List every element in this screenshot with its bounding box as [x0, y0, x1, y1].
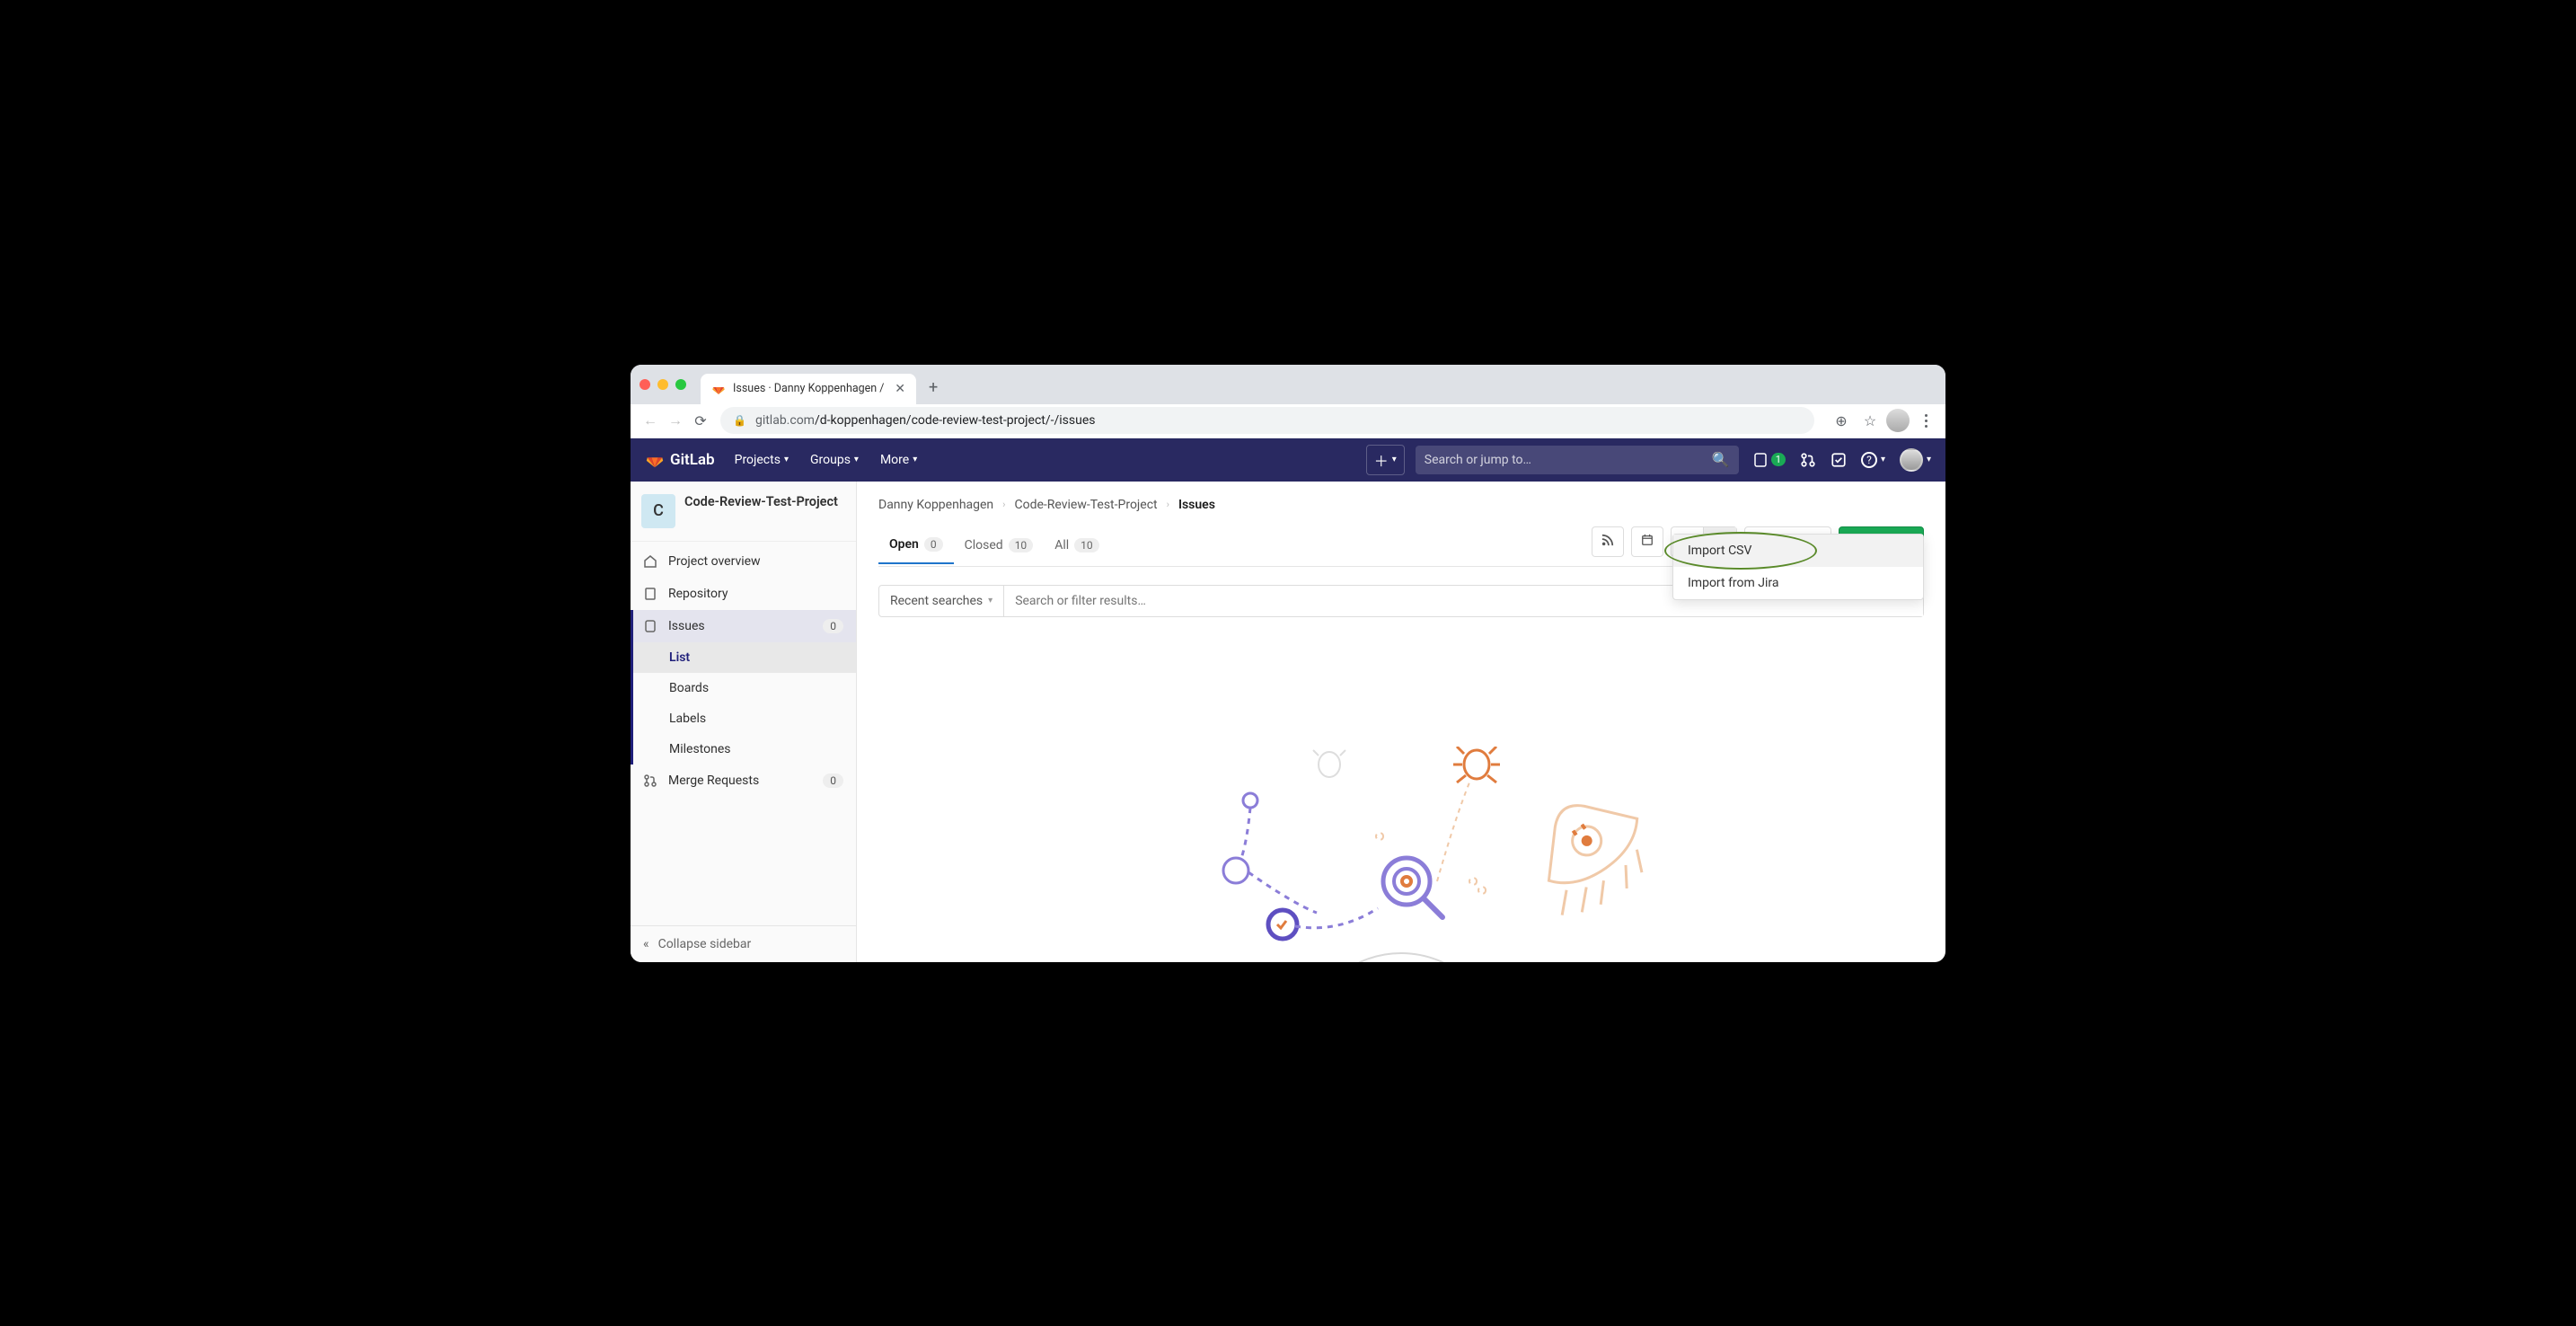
lock-icon: 🔒 [733, 414, 746, 427]
sidebar-project-header[interactable]: C Code-Review-Test-Project [631, 482, 856, 542]
chevron-down-icon: ▾ [1927, 455, 1931, 464]
browser-window: Issues · Danny Koppenhagen / ✕ + ← → ⟳ 🔒… [631, 365, 1945, 962]
rss-button[interactable] [1592, 526, 1624, 557]
sidebar-item-overview[interactable]: Project overview [631, 545, 856, 578]
help-icon: ? [1861, 452, 1877, 468]
doc-icon [643, 587, 657, 601]
breadcrumb: Danny Koppenhagen › Code-Review-Test-Pro… [878, 498, 1924, 512]
project-avatar: C [641, 494, 675, 528]
issue-icon [643, 619, 657, 633]
dropdown-import-csv[interactable]: Import CSV [1673, 535, 1923, 567]
chevron-down-icon: ▾ [913, 455, 917, 464]
calendar-button[interactable] [1631, 526, 1663, 557]
chevron-down-icon: ▾ [1881, 455, 1885, 464]
breadcrumb-owner[interactable]: Danny Koppenhagen [878, 498, 993, 512]
merge-request-icon[interactable] [1800, 452, 1816, 468]
rss-icon [1601, 533, 1614, 550]
search-input[interactable] [1425, 453, 1703, 467]
minimize-window-button[interactable] [657, 379, 668, 390]
issues-count-badge: 1 [1771, 453, 1786, 466]
brand-text: GitLab [670, 451, 715, 469]
sidebar-item-label: Repository [668, 587, 728, 601]
project-name: Code-Review-Test-Project [684, 494, 838, 528]
gitlab-header: GitLab Projects▾ Groups▾ More▾ ＋▾ 🔍 1 ?▾… [631, 438, 1945, 482]
gitlab-logo[interactable]: GitLab [645, 450, 715, 470]
back-button[interactable]: ← [638, 408, 663, 433]
global-search[interactable]: 🔍 [1416, 446, 1739, 474]
address-bar[interactable]: 🔒 gitlab.com/d-koppenhagen/code-review-t… [720, 407, 1814, 434]
sidebar-sub-milestones[interactable]: Milestones [633, 734, 856, 765]
profile-avatar[interactable] [1886, 409, 1910, 432]
tab-closed[interactable]: Closed10 [954, 528, 1045, 563]
browser-tab[interactable]: Issues · Danny Koppenhagen / ✕ [701, 374, 916, 404]
nav-projects[interactable]: Projects▾ [735, 453, 789, 467]
gitlab-favicon-icon [711, 382, 726, 396]
project-sidebar: C Code-Review-Test-Project Project overv… [631, 482, 857, 962]
chevron-down-icon: ▾ [784, 455, 789, 464]
issues-link[interactable]: 1 [1753, 453, 1786, 467]
recent-searches-dropdown[interactable]: Recent searches▾ [879, 586, 1004, 616]
browser-toolbar: ← → ⟳ 🔒 gitlab.com/d-koppenhagen/code-re… [631, 404, 1945, 438]
url-text: gitlab.com/d-koppenhagen/code-review-tes… [755, 413, 1096, 428]
chevron-left-icon: « [643, 937, 649, 951]
chevron-down-icon: ▾ [854, 455, 859, 464]
sidebar-item-label: Merge Requests [668, 774, 759, 788]
chevron-down-icon: ▾ [1392, 455, 1397, 464]
todos-icon[interactable] [1831, 452, 1847, 468]
sidebar-item-label: Issues [668, 619, 705, 633]
breadcrumb-project[interactable]: Code-Review-Test-Project [1014, 498, 1157, 512]
sidebar-sub-list[interactable]: List [633, 642, 856, 673]
new-dropdown-button[interactable]: ＋▾ [1366, 445, 1405, 475]
bookmark-icon[interactable]: ☆ [1857, 408, 1883, 433]
home-icon [643, 554, 657, 569]
close-window-button[interactable] [640, 379, 650, 390]
plus-icon: ＋ [1374, 449, 1389, 471]
chevron-right-icon: › [1167, 499, 1169, 510]
breadcrumb-current: Issues [1178, 498, 1215, 512]
tab-title: Issues · Danny Koppenhagen / [733, 382, 884, 395]
search-icon: 🔍 [1712, 451, 1730, 468]
window-traffic-lights [640, 379, 686, 390]
browser-tabbar: Issues · Danny Koppenhagen / ✕ + [631, 365, 1945, 404]
collapse-sidebar-button[interactable]: « Collapse sidebar [631, 925, 856, 962]
tab-all[interactable]: All10 [1044, 528, 1109, 563]
chevron-right-icon: › [1002, 499, 1005, 510]
sidebar-item-issues[interactable]: Issues 0 [631, 610, 856, 642]
browser-menu-icon[interactable] [1913, 408, 1938, 433]
merge-request-icon [643, 774, 657, 788]
help-dropdown[interactable]: ?▾ [1861, 452, 1885, 468]
user-avatar [1900, 448, 1923, 472]
sidebar-item-label: Project overview [668, 554, 761, 569]
forward-button[interactable]: → [663, 408, 688, 433]
sidebar-item-merge-requests[interactable]: Merge Requests 0 [631, 765, 856, 797]
issues-count: 0 [823, 619, 843, 633]
mr-count: 0 [823, 774, 843, 788]
empty-state-illustration [1150, 747, 1653, 962]
sidebar-sub-boards[interactable]: Boards [633, 673, 856, 703]
nav-more[interactable]: More▾ [880, 453, 917, 467]
sidebar-item-repository[interactable]: Repository [631, 578, 856, 610]
dropdown-import-jira[interactable]: Import from Jira [1673, 567, 1923, 599]
calendar-icon [1641, 533, 1654, 550]
main-content: Danny Koppenhagen › Code-Review-Test-Pro… [857, 482, 1945, 962]
sidebar-sub-labels[interactable]: Labels [633, 703, 856, 734]
reload-button[interactable]: ⟳ [688, 408, 713, 433]
collapse-label: Collapse sidebar [658, 937, 752, 951]
nav-groups[interactable]: Groups▾ [810, 453, 859, 467]
close-tab-icon[interactable]: ✕ [895, 382, 905, 396]
user-menu[interactable]: ▾ [1900, 448, 1931, 472]
issue-icon [1753, 453, 1768, 467]
chevron-down-icon: ▾ [988, 596, 992, 606]
tab-open[interactable]: Open0 [878, 528, 954, 564]
maximize-window-button[interactable] [675, 379, 686, 390]
import-dropdown: Import CSV Import from Jira [1672, 534, 1924, 600]
zoom-icon[interactable]: ⊕ [1829, 408, 1854, 433]
new-tab-button[interactable]: + [929, 378, 938, 397]
